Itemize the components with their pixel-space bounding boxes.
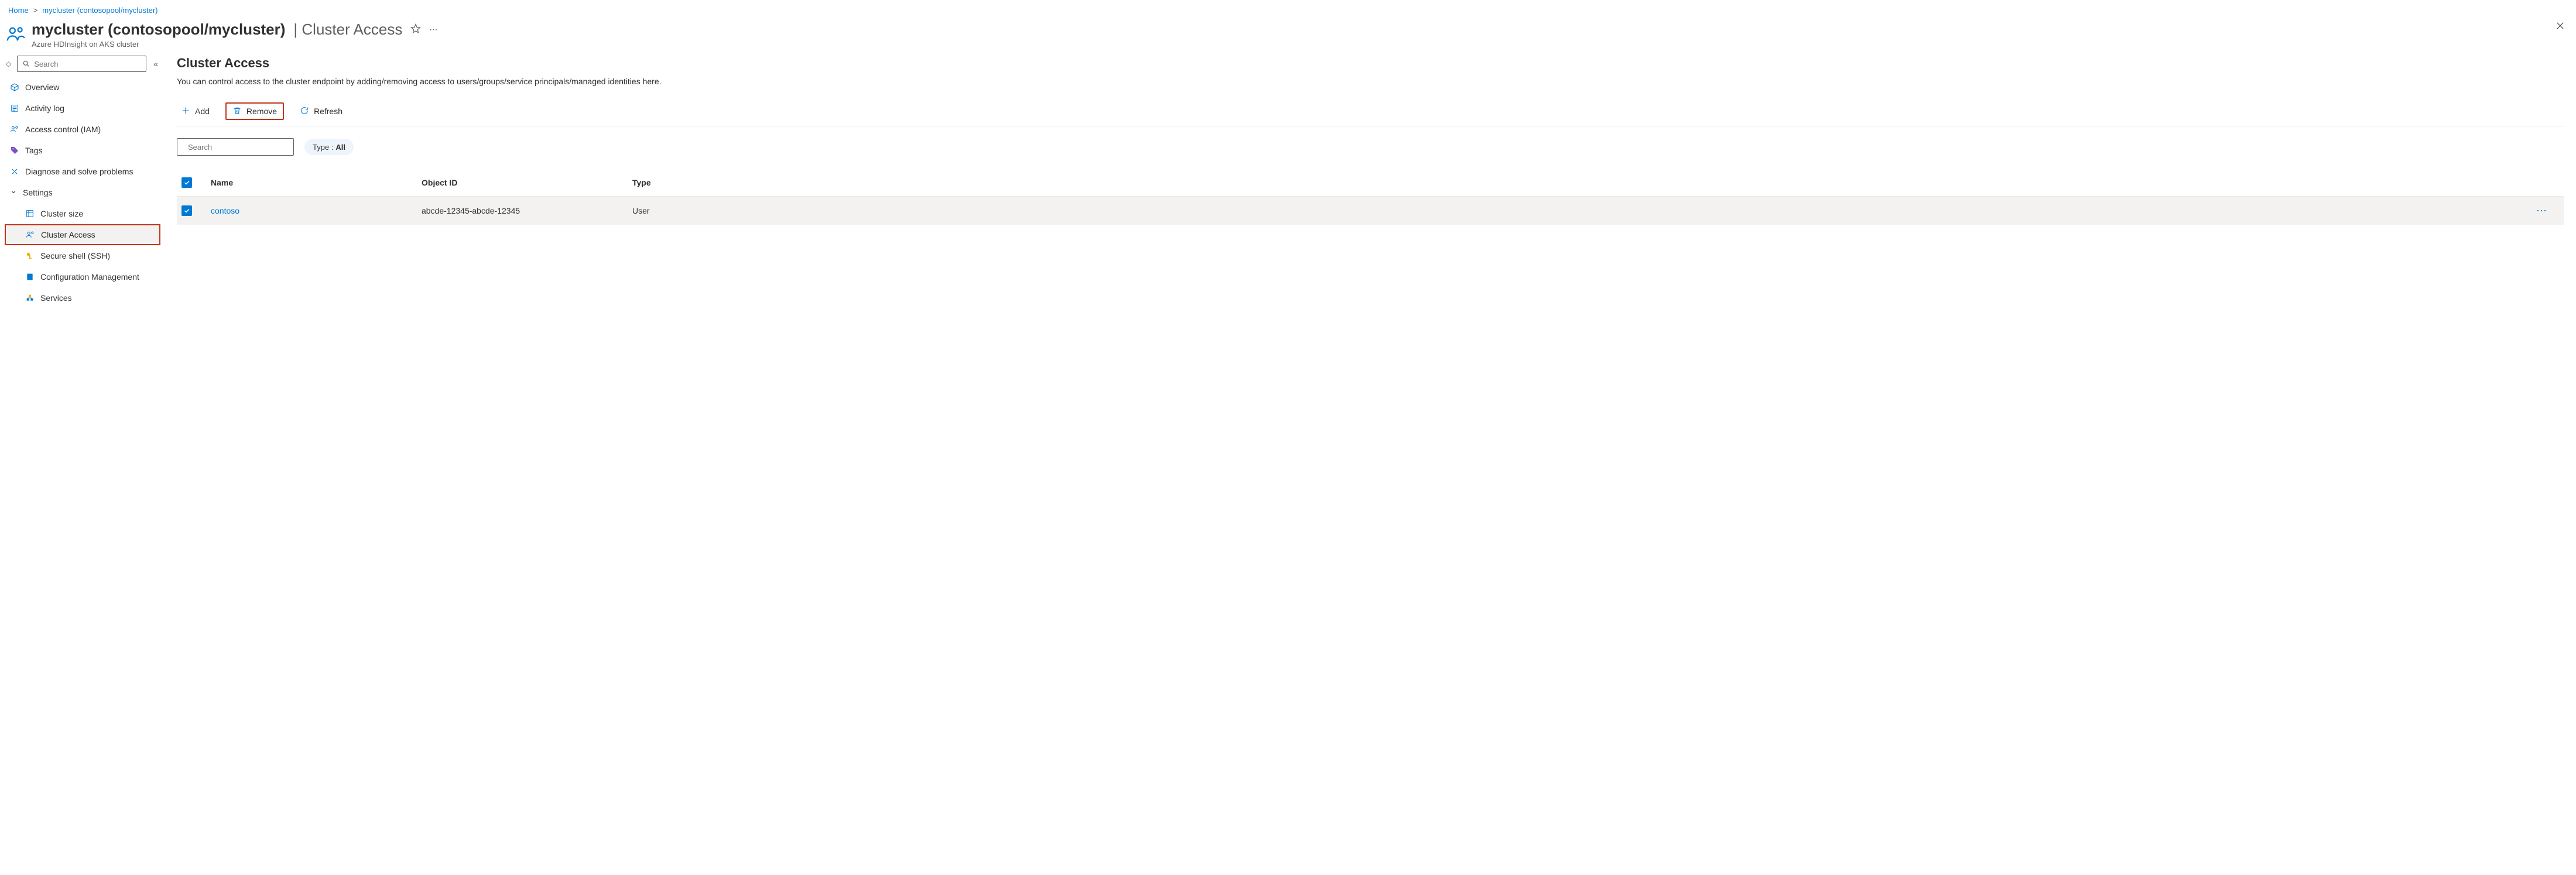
sidebar-item-config-mgmt[interactable]: Configuration Management [5,266,160,287]
sidebar-item-access-control[interactable]: Access control (IAM) [5,119,160,140]
collapse-sidebar-icon[interactable]: « [151,57,160,71]
sidebar-item-diagnose[interactable]: Diagnose and solve problems [5,161,160,182]
diagnose-icon [10,167,19,176]
search-icon [22,60,30,68]
key-icon [25,251,35,260]
chevron-down-icon [10,188,17,197]
add-label: Add [195,107,210,116]
sidebar-item-cluster-access[interactable]: Cluster Access [5,224,160,245]
sidebar-group-settings[interactable]: Settings [5,182,160,203]
sidebar-item-label: Configuration Management [40,272,139,282]
sidebar: ◇ « Overview Activity log Access control… [0,53,165,313]
breadcrumb: Home > mycluster (contosopool/mycluster) [0,0,2576,18]
refresh-label: Refresh [314,107,342,116]
row-name-link[interactable]: contoso [211,206,422,215]
close-icon[interactable] [2555,20,2565,33]
filter-bar: Type : All [177,138,2564,156]
row-type: User [632,206,2524,215]
table-row[interactable]: contoso abcde-12345-abcde-12345 User ⋯ [177,197,2564,225]
sidebar-item-overview[interactable]: Overview [5,77,160,98]
sidebar-item-label: Secure shell (SSH) [40,251,110,260]
select-all-checkbox[interactable] [181,177,192,188]
add-button[interactable]: Add [177,102,214,120]
users-icon [6,20,26,46]
favorite-star-icon[interactable] [410,23,421,36]
sidebar-item-activity-log[interactable]: Activity log [5,98,160,119]
sidebar-group-label: Settings [23,188,53,197]
type-filter-value: All [335,143,345,152]
access-grid: Name Object ID Type contoso abcde-12345-… [177,169,2564,225]
trash-icon [232,106,242,117]
services-icon [25,293,35,303]
col-object-id[interactable]: Object ID [422,178,632,187]
sidebar-item-secure-shell[interactable]: Secure shell (SSH) [5,245,160,266]
sidebar-item-label: Access control (IAM) [25,125,101,134]
page-title: mycluster (contosopool/mycluster) [32,20,285,39]
refresh-button[interactable]: Refresh [296,102,347,120]
cluster-access-icon [26,230,35,239]
sidebar-item-label: Services [40,293,72,303]
sidebar-item-services[interactable]: Services [5,287,160,308]
plus-icon [181,106,190,117]
sidebar-item-label: Activity log [25,104,64,113]
sort-handle-icon[interactable]: ◇ [5,59,12,69]
sidebar-search[interactable] [17,56,146,72]
log-icon [10,104,19,113]
sidebar-item-label: Diagnose and solve problems [25,167,133,176]
main-content: Cluster Access You can control access to… [165,53,2576,236]
access-control-icon [10,125,19,134]
breadcrumb-home[interactable]: Home [8,6,29,15]
sidebar-item-label: Cluster size [40,209,83,218]
page-subtitle: Azure HDInsight on AKS cluster [32,40,437,49]
page-title-context: | Cluster Access [293,20,402,39]
command-bar: Add Remove Refresh [177,102,2564,126]
filter-search-input[interactable] [188,143,291,152]
tags-icon [10,146,19,155]
col-type[interactable]: Type [632,178,2524,187]
row-checkbox[interactable] [181,205,192,216]
refresh-icon [300,106,309,117]
sidebar-search-input[interactable] [34,60,141,68]
main-title: Cluster Access [177,56,2564,71]
remove-button[interactable]: Remove [225,102,284,120]
chevron-right-icon: > [33,6,38,15]
main-description: You can control access to the cluster en… [177,77,2564,86]
row-object-id: abcde-12345-abcde-12345 [422,206,632,215]
grid-header: Name Object ID Type [177,169,2564,197]
page-header: mycluster (contosopool/mycluster) | Clus… [0,18,2576,53]
remove-label: Remove [246,107,277,116]
overview-icon [10,83,19,92]
sidebar-item-label: Overview [25,83,59,92]
breadcrumb-current[interactable]: mycluster (contosopool/mycluster) [42,6,157,15]
cluster-size-icon [25,209,35,218]
sidebar-item-label: Cluster Access [41,230,95,239]
row-more-icon[interactable]: ⋯ [2524,205,2560,217]
col-name[interactable]: Name [211,178,422,187]
type-filter-label: Type : [313,143,333,152]
more-icon[interactable]: ⋯ [429,25,437,35]
sidebar-item-tags[interactable]: Tags [5,140,160,161]
type-filter-pill[interactable]: Type : All [304,139,354,155]
config-icon [25,272,35,282]
sidebar-item-cluster-size[interactable]: Cluster size [5,203,160,224]
filter-search[interactable] [177,138,294,156]
sidebar-item-label: Tags [25,146,43,155]
